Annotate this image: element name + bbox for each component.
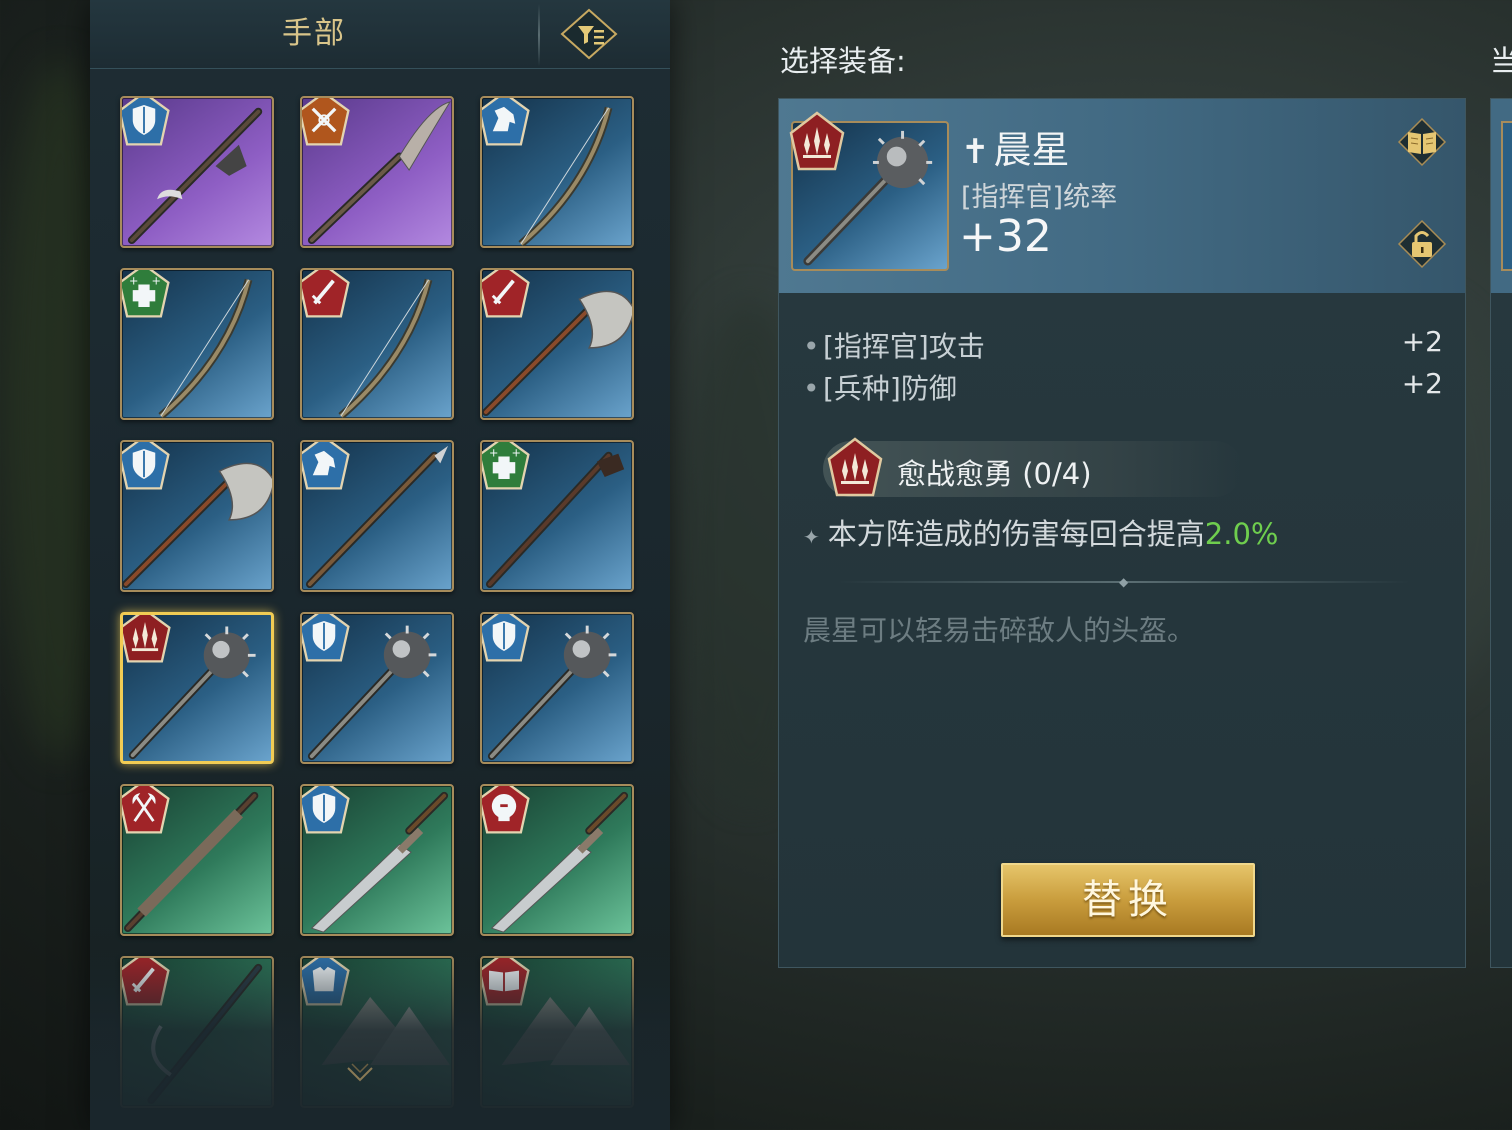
sword-badge-icon <box>122 958 174 1010</box>
select-equipment-label: 选择装备: <box>780 44 906 78</box>
heal-badge-icon: + + <box>482 442 534 494</box>
stat-value: +2 <box>1401 367 1443 400</box>
equipment-slot[interactable] <box>300 268 454 420</box>
helmet-badge-icon <box>482 786 534 838</box>
filter-icon <box>560 8 618 60</box>
skill-spikes-icon <box>823 437 887 501</box>
equipment-slot[interactable] <box>300 440 454 592</box>
spikes-badge-icon <box>785 111 849 175</box>
shield-badge-icon <box>302 786 354 838</box>
inventory-panel: 手部 + + + + <box>90 0 670 1130</box>
equipment-slot[interactable] <box>120 784 274 936</box>
equipment-slot[interactable] <box>120 956 274 1108</box>
axes-badge-icon <box>122 786 174 838</box>
svg-text:+: + <box>129 275 138 288</box>
item-name-text: 晨星 <box>993 128 1070 172</box>
spikes-badge-icon <box>123 615 175 667</box>
equipment-slot[interactable] <box>300 96 454 248</box>
shield-badge-icon <box>122 442 174 494</box>
inventory-slot-title: 手部 <box>282 16 346 51</box>
equipment-slot[interactable] <box>120 440 274 592</box>
shield-badge-icon <box>302 614 354 666</box>
armor-badge-icon <box>302 958 354 1010</box>
equipment-slot[interactable]: + + <box>120 268 274 420</box>
chevron-down-icon <box>347 1063 373 1082</box>
encyclopedia-button[interactable] <box>1397 117 1447 167</box>
next-panel-label: 当 <box>1490 44 1512 78</box>
skill-description: ✦ 本方阵造成的伤害每回合提高2.0% <box>803 511 1278 553</box>
header-divider <box>538 4 540 66</box>
unlock-icon <box>1397 219 1447 269</box>
current-item-icon <box>1501 121 1512 271</box>
svg-text:+: + <box>512 447 521 460</box>
equipment-slot[interactable] <box>300 612 454 764</box>
equipment-slot[interactable] <box>300 784 454 936</box>
divider-ornament: ◆ <box>1119 575 1129 589</box>
current-equipment-panel <box>1490 98 1512 968</box>
equipment-slot[interactable] <box>480 612 634 764</box>
filter-button[interactable] <box>560 8 618 60</box>
bullet: • <box>803 330 820 363</box>
shield-badge-icon <box>122 98 174 150</box>
inventory-header: 手部 <box>90 0 670 69</box>
skill-desc-highlight: 2.0% <box>1204 517 1279 551</box>
equipment-slot[interactable] <box>480 96 634 248</box>
equipment-slot[interactable] <box>480 784 634 936</box>
lock-button[interactable] <box>1397 219 1447 269</box>
equipment-slot[interactable] <box>480 956 634 1108</box>
flavor-text: 晨星可以轻易击碎敌人的头盔。 <box>803 614 1196 647</box>
sword-badge-icon <box>302 270 354 322</box>
equipment-slot[interactable] <box>480 268 634 420</box>
equipment-slot-selected[interactable] <box>120 612 274 764</box>
equipment-detail-panel: ✝ 晨星 [指挥官]统率 +32 • [指挥官]攻击 +2 • [兵种]防御 +2 <box>778 98 1466 968</box>
sword-badge-icon <box>482 270 534 322</box>
book-icon <box>1397 117 1447 167</box>
cross-icon: ✝ <box>961 132 990 172</box>
stat-label: [兵种]防御 <box>823 372 957 405</box>
skill-row[interactable]: 愈战愈勇 (0/4) <box>823 437 1243 497</box>
bullet: • <box>803 372 820 405</box>
svg-text:+: + <box>152 275 161 288</box>
book-badge-icon <box>482 958 534 1010</box>
equipment-slot[interactable] <box>120 96 274 248</box>
current-equipment-header <box>1491 99 1512 293</box>
stat-value: +2 <box>1401 325 1443 358</box>
scroll-down-arrow[interactable] <box>340 1060 380 1090</box>
skill-name: 愈战愈勇 (0/4) <box>897 457 1092 491</box>
stat-label: [指挥官]攻击 <box>823 330 985 363</box>
replace-button[interactable]: 替换 <box>1001 863 1255 937</box>
skill-desc-text: 本方阵造成的伤害每回合提高 <box>827 517 1205 551</box>
crossed-swords-badge-icon <box>302 98 354 150</box>
stat-row: • [兵种]防御 +2 <box>803 367 1443 407</box>
bullet: ✦ <box>803 525 820 549</box>
horse-badge-icon <box>302 442 354 494</box>
horse-badge-icon <box>482 98 534 150</box>
equipment-slot[interactable]: + + <box>480 440 634 592</box>
shield-badge-icon <box>482 614 534 666</box>
item-name: ✝ 晨星 <box>961 119 1070 174</box>
stat-row: • [指挥官]攻击 +2 <box>803 325 1443 365</box>
main-stat-label: [指挥官]统率 <box>961 182 1118 213</box>
detail-header: ✝ 晨星 [指挥官]统率 +32 <box>779 99 1465 293</box>
main-stat-value: +32 <box>959 211 1052 262</box>
svg-text:+: + <box>489 447 498 460</box>
heal-badge-icon: + + <box>122 270 174 322</box>
